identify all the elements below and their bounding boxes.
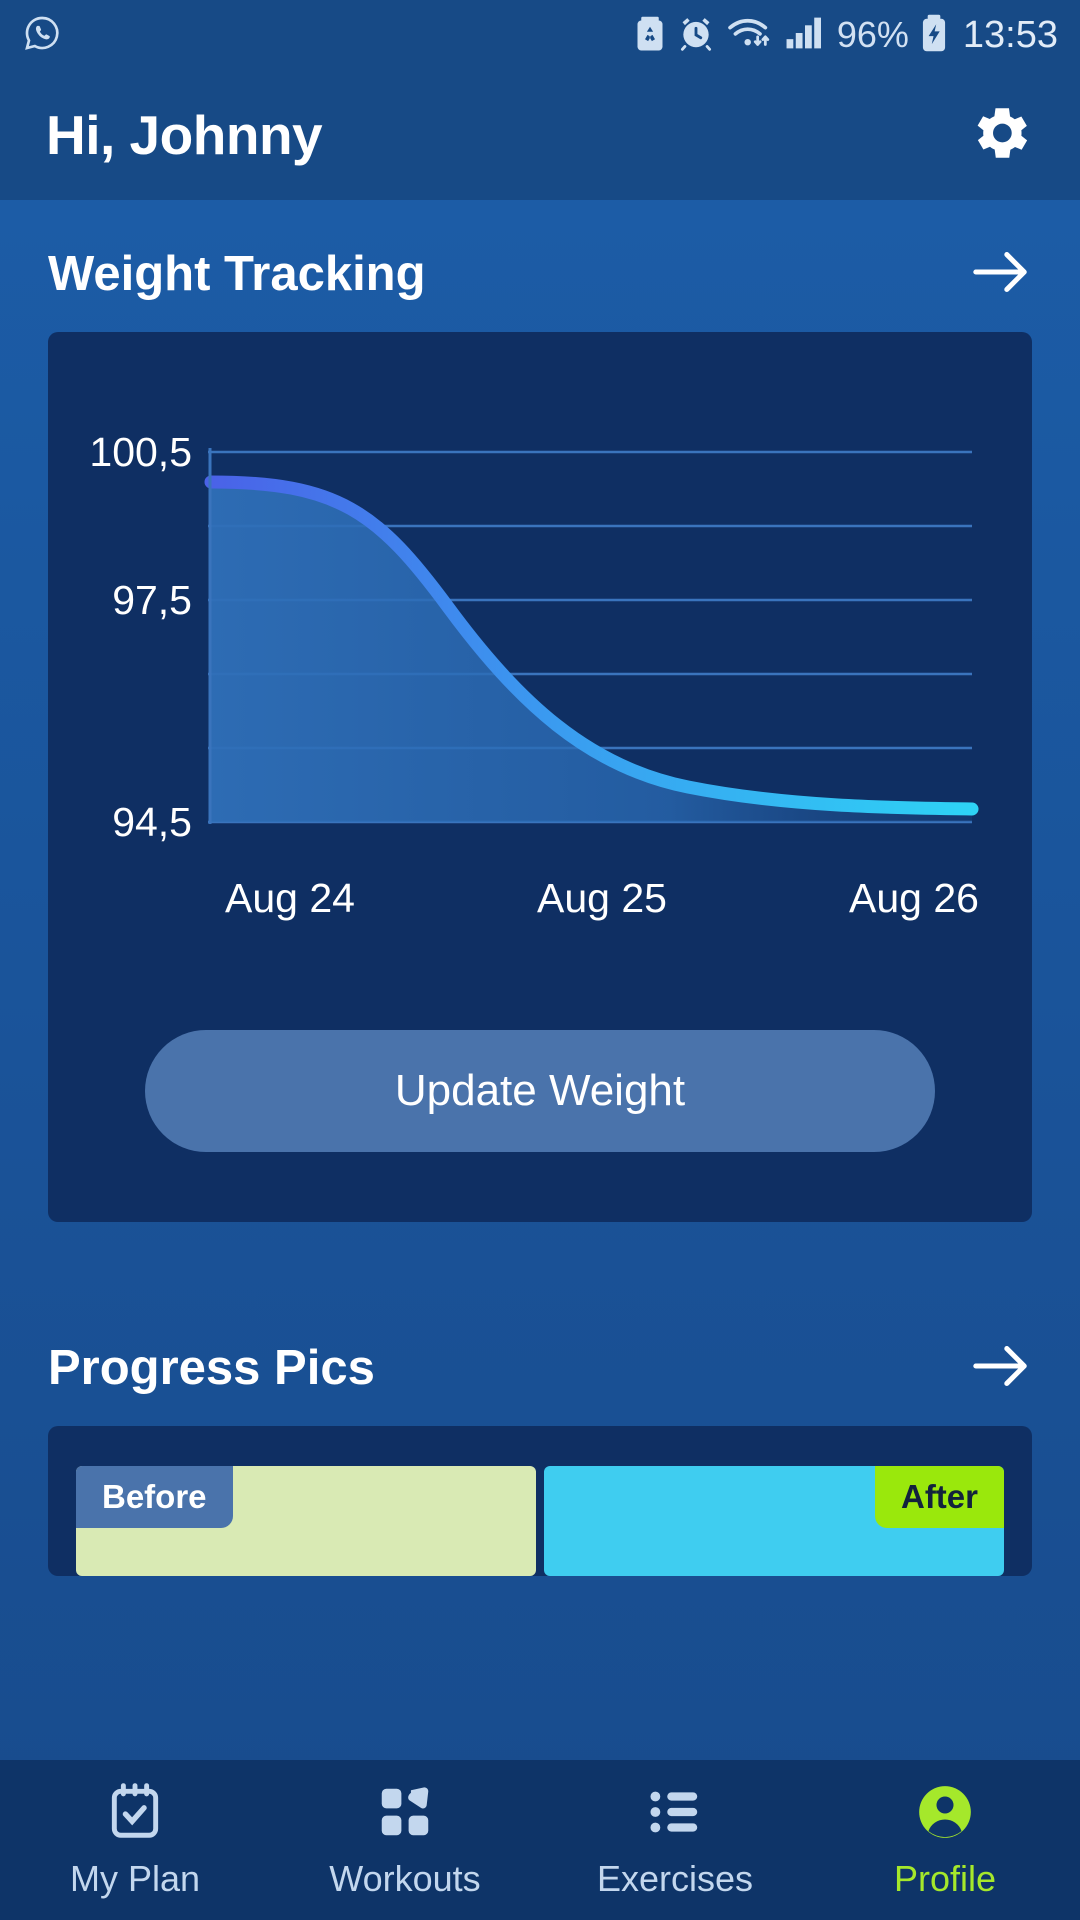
nav-item-my-plan[interactable]: My Plan <box>0 1781 270 1900</box>
weight-tracking-card: 100,5 97,5 94,5 Aug 24 Aug 25 Aug 26 Upd… <box>48 332 1032 1222</box>
progress-pic-after[interactable]: After <box>544 1466 1004 1576</box>
weight-section-arrow-button[interactable] <box>970 247 1032 302</box>
app-bar: Hi, Johnny <box>0 70 1080 200</box>
nav-label-profile: Profile <box>893 1857 997 1899</box>
x-tick-label-1: Aug 25 <box>537 875 667 921</box>
weight-chart: 100,5 97,5 94,5 Aug 24 Aug 25 Aug 26 <box>48 332 1032 952</box>
after-badge: After <box>874 1466 1004 1528</box>
signal-icon <box>785 15 825 56</box>
y-tick-label-0: 100,5 <box>89 429 192 475</box>
progress-pics-card: Before After <box>48 1426 1032 1576</box>
calendar-check-icon <box>104 1781 166 1848</box>
progress-pic-before[interactable]: Before <box>76 1466 536 1576</box>
gear-icon <box>968 107 1034 170</box>
nav-item-profile[interactable]: Profile <box>810 1781 1080 1900</box>
weight-section-header[interactable]: Weight Tracking <box>0 200 1080 332</box>
list-bullet-icon <box>644 1781 706 1848</box>
update-weight-button[interactable]: Update Weight <box>145 1030 935 1152</box>
whatsapp-icon <box>22 13 62 58</box>
progress-pics-row: Before After <box>76 1466 1004 1576</box>
page-title: Hi, Johnny <box>46 104 323 166</box>
before-badge: Before <box>76 1466 233 1528</box>
nav-label-my-plan: My Plan <box>69 1857 201 1899</box>
alarm-icon <box>677 14 715 57</box>
status-bar-right: 96% 13:53 <box>635 14 1058 57</box>
nav-item-workouts[interactable]: Workouts <box>270 1781 540 1900</box>
progress-section-arrow-button[interactable] <box>970 1341 1032 1396</box>
charging-bolt-icon <box>921 14 947 57</box>
battery-percentage: 96% <box>836 14 909 55</box>
nav-label-exercises: Exercises <box>596 1857 754 1899</box>
chart-area <box>211 482 972 822</box>
x-tick-label-0: Aug 24 <box>225 875 355 921</box>
nav-label-workouts: Workouts <box>329 1857 481 1899</box>
battery-saver-icon <box>635 14 665 57</box>
wifi-icon <box>727 14 773 57</box>
nav-item-exercises[interactable]: Exercises <box>540 1781 810 1900</box>
app-root: 96% 13:53 Hi, Johnny Weight Tracking 100… <box>0 0 1080 1920</box>
x-tick-label-2: Aug 26 <box>849 875 979 921</box>
y-tick-label-1: 97,5 <box>112 577 192 623</box>
weight-chart-svg: 100,5 97,5 94,5 Aug 24 Aug 25 Aug 26 <box>89 429 979 921</box>
arrow-right-icon <box>970 251 1032 301</box>
weight-section-title: Weight Tracking <box>48 247 426 301</box>
status-bar-left <box>22 13 62 58</box>
person-circle-icon <box>914 1781 976 1848</box>
y-tick-label-2: 94,5 <box>112 799 192 845</box>
grid-blocks-icon <box>374 1781 436 1848</box>
bottom-navigation: My Plan Workouts Exercises Profile <box>0 1760 1080 1920</box>
arrow-right-icon <box>970 1345 1032 1395</box>
clock-time: 13:53 <box>962 13 1058 56</box>
progress-section-header[interactable]: Progress Pics <box>0 1222 1080 1426</box>
progress-section-title: Progress Pics <box>48 1341 375 1395</box>
settings-button[interactable] <box>968 100 1034 171</box>
status-bar: 96% 13:53 <box>0 0 1080 70</box>
